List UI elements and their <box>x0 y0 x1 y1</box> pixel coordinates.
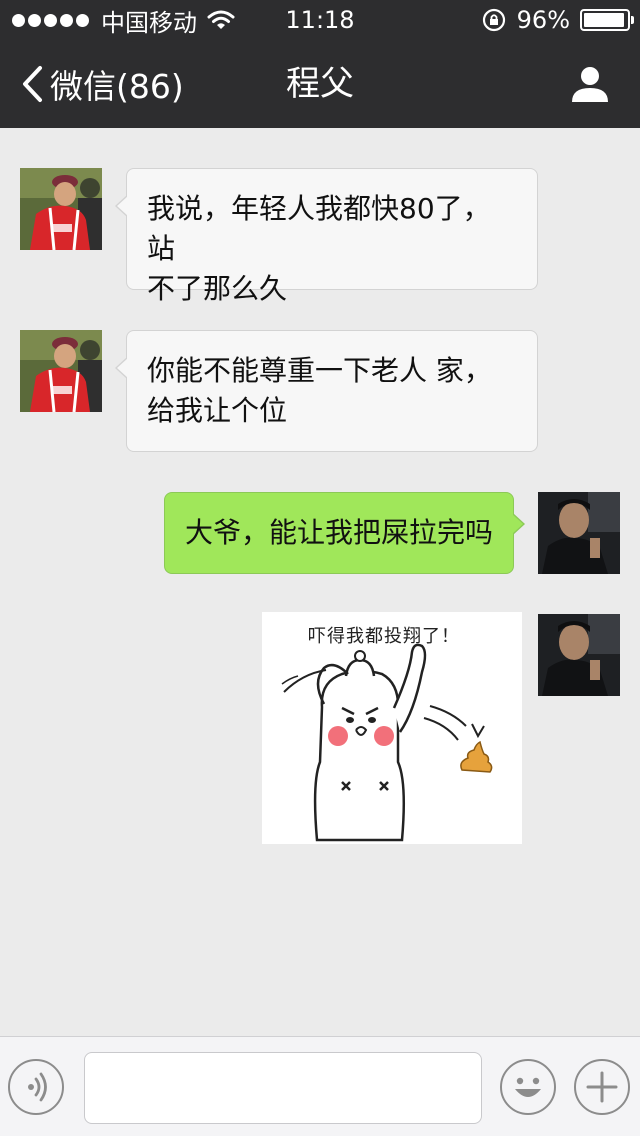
message-text: 大爷，能让我把屎拉完吗 <box>185 516 494 549</box>
emoji-icon <box>515 1077 541 1097</box>
message-bubble-incoming[interactable]: 你能不能尊重一下老人 家， 给我让个位 <box>115 330 538 452</box>
nav-bar: 微信(86) 程父 <box>0 40 640 128</box>
emoji-button[interactable] <box>500 1059 556 1115</box>
input-bar <box>0 1036 640 1136</box>
message-bubble-incoming[interactable]: 我说，年轻人我都快80了，站 不了那么久 <box>115 168 538 305</box>
avatar-me[interactable] <box>538 614 620 696</box>
plus-icon <box>586 1071 618 1103</box>
avatar-old-man[interactable] <box>20 168 102 250</box>
more-button[interactable] <box>574 1059 630 1115</box>
profile-icon[interactable] <box>570 64 610 104</box>
avatar-old-man[interactable] <box>20 330 102 412</box>
voice-button[interactable] <box>8 1059 64 1115</box>
voice-icon <box>28 1072 47 1102</box>
battery-percent: 96% <box>516 6 570 34</box>
sticker-caption: 吓得我都投翔了！ <box>308 626 460 647</box>
message-input[interactable] <box>84 1052 482 1124</box>
orientation-lock-icon <box>482 8 505 32</box>
message-text-line: 给我让个位 <box>147 394 288 427</box>
sticker-message[interactable]: 吓得我都投翔了！ <box>262 612 522 844</box>
battery-icon <box>580 9 634 31</box>
avatar-me[interactable] <box>538 492 620 574</box>
message-bubble-outgoing[interactable]: 大爷，能让我把屎拉完吗 <box>164 492 525 574</box>
message-text-line: 不了那么久 <box>147 272 288 305</box>
status-bar: 中国移动 11:18 96% <box>0 0 640 40</box>
chat-title: 程父 <box>286 64 354 104</box>
message-text-line: 我说，年轻人我都快80了，站 <box>147 192 491 265</box>
message-text-line: 你能不能尊重一下老人 家， <box>147 354 492 387</box>
